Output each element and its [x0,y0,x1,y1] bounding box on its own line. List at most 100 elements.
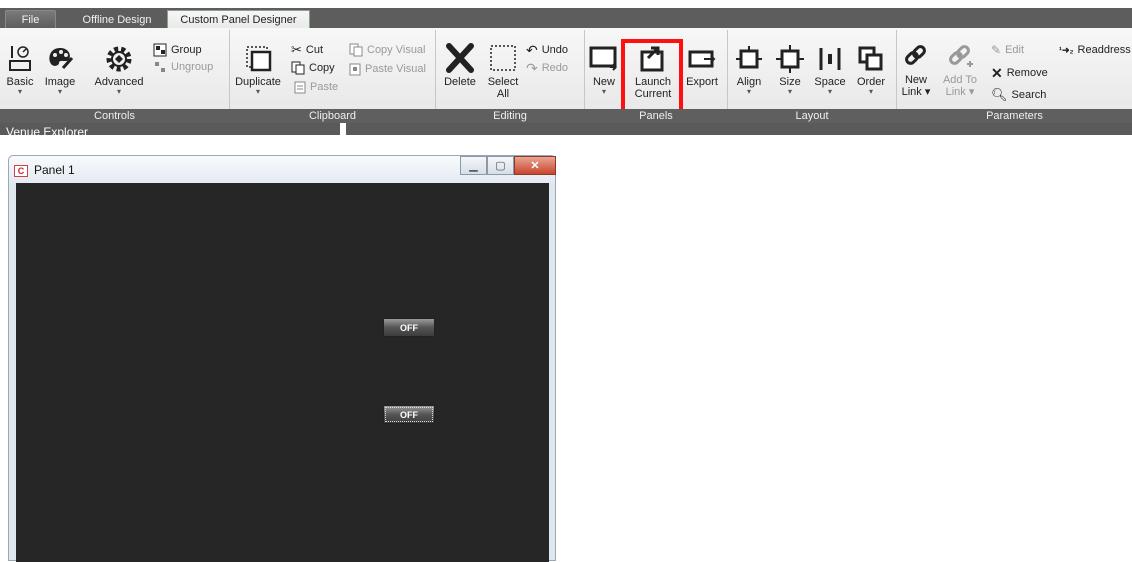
basic-button[interactable]: Basic ▾ [6,44,34,96]
redo-button[interactable]: ↷ Redo [526,60,568,76]
copy-button[interactable]: Copy [291,60,335,76]
top-strip [0,0,1132,8]
select-all-icon [490,45,516,71]
export-label: Export [686,76,718,88]
new-link-label-1: New [904,74,927,86]
editing-group-label: Editing [493,110,527,122]
parameters-group-label: Parameters [986,110,1043,122]
copy-icon [291,61,305,75]
remove-button[interactable]: ✕ Remove [991,65,1048,81]
readdress-label: Readdress [1077,44,1131,56]
undo-label: Undo [541,44,569,56]
gear-icon [106,46,132,72]
minimize-icon: ▁ [469,160,478,172]
undo-button[interactable]: ↶ Undo [526,42,568,58]
ungroup-button[interactable]: Ungroup [153,59,213,75]
panel-window: C Panel 1 ▁ ▢ ✕ OFF OFF [8,155,556,562]
select-all-label-1: Select [487,76,519,88]
chevron-down-icon: ▾ [868,87,873,96]
search-label: Search [1011,89,1047,101]
ungroup-label: Ungroup [171,61,214,73]
edit-button[interactable]: ✎ Edit [991,42,1024,58]
cut-button[interactable]: ✂ Cut [291,42,323,58]
redo-label: Redo [541,62,569,74]
paste-label: Paste [310,81,339,93]
export-icon [688,50,716,68]
cut-label: Cut [305,44,324,56]
align-button[interactable]: Align ▾ [732,44,766,96]
link-icon [905,45,926,65]
paste-visual-icon [349,63,361,76]
delete-button[interactable]: Delete [440,42,480,88]
maximize-button[interactable]: ▢ [487,156,514,175]
paste-visual-button[interactable]: Paste Visual [349,61,426,77]
chevron-down-icon: ▾ [746,87,751,96]
venue-explorer-title: Venue Explorer [6,125,89,135]
close-button[interactable]: ✕ [514,156,556,175]
tab-custom-panel-designer[interactable]: Custom Panel Designer [167,10,310,28]
search-button[interactable]: 🔍︎ Search [991,87,1046,103]
redo-icon: ↷ [526,59,538,76]
image-button[interactable]: Image ▾ [40,44,80,96]
ribbon-group-labels: Controls Clipboard Editing Panels Layout… [0,109,1132,123]
pencil-icon: ✎ [991,43,1002,57]
minimize-button[interactable]: ▁ [460,156,487,175]
panel-app-icon: C [14,165,28,177]
delete-x-icon [446,43,474,73]
select-all-button[interactable]: Select All [484,42,522,100]
space-button[interactable]: Space ▾ [813,44,847,96]
panel-title-bar[interactable]: C Panel 1 ▁ ▢ ✕ [9,156,556,183]
new-panel-icon [589,46,617,71]
new-panel-button[interactable]: New ▾ [588,44,620,96]
group-label: Group [171,44,202,56]
copy-visual-button[interactable]: Copy Visual [349,42,426,58]
order-button[interactable]: Order ▾ [854,44,888,96]
readdress-icon: ¹➜₂ [1059,44,1074,55]
venue-explorer-header: Venue Explorer [0,123,340,135]
toggle-button-2[interactable]: OFF [383,405,435,424]
duplicate-icon [246,46,272,72]
chevron-down-icon: ▾ [116,87,121,96]
tab-file[interactable]: File [5,10,56,28]
duplicate-button[interactable]: Duplicate ▾ [233,44,283,96]
close-icon: ✕ [991,64,1003,81]
palette-icon [49,48,74,70]
edit-label: Edit [1005,44,1025,56]
add-to-link-label-2: Link [945,86,966,98]
new-link-label-2: Link [901,86,922,98]
remove-label: Remove [1006,67,1048,79]
add-link-icon [949,45,973,67]
copy-visual-icon [349,43,363,57]
maximize-icon: ▢ [495,160,506,172]
paste-button[interactable]: Paste [294,79,338,95]
chevron-down-icon: ▾ [57,87,62,96]
group-button[interactable]: Group [153,42,202,58]
export-button[interactable]: Export [682,44,722,88]
panel-title: Panel 1 [34,163,75,177]
readdress-button[interactable]: ¹➜₂ Readdress [1059,42,1131,58]
copy-visual-label: Copy Visual [367,44,426,56]
chevron-down-icon: ▾ [255,87,260,96]
advanced-button[interactable]: Advanced ▾ [92,44,146,96]
align-icon [736,46,762,69]
group-icon [153,43,167,57]
panel-canvas[interactable]: OFF OFF [16,183,549,562]
new-link-button[interactable]: New Link ▾ [898,42,934,98]
chevron-down-icon: ▾ [787,87,792,96]
size-button[interactable]: Size ▾ [774,44,806,96]
chevron-down-icon: ▾ [601,87,606,96]
clipboard-icon [294,81,306,94]
clipboard-group-label: Clipboard [308,110,357,122]
tab-offline-design[interactable]: Offline Design [72,10,162,28]
add-to-link-button[interactable]: Add To Link ▾ [940,42,980,98]
layout-group-label: Layout [795,110,829,122]
panels-group-label: Panels [639,110,673,122]
controls-group-label: Controls [94,110,135,122]
chevron-down-icon: ▾ [827,87,832,96]
copy-label: Copy [309,62,335,74]
scissors-icon: ✂ [291,42,302,57]
window-controls: ▁ ▢ ✕ [460,156,556,175]
basic-controls-icon [9,46,31,71]
select-all-label-2: All [496,88,510,100]
toggle-button-1[interactable]: OFF [383,318,435,337]
